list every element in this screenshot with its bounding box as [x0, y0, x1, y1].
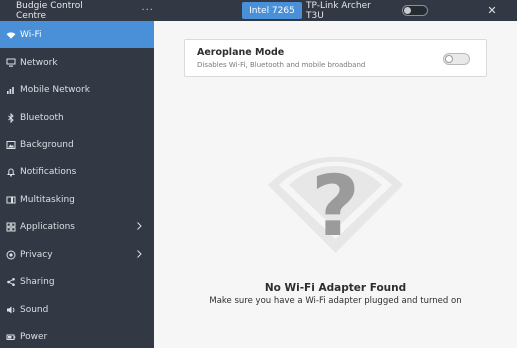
header-bar: Budgie Control Centre ··· Intel 7265 TP-…	[0, 0, 517, 21]
sidebar-item-mobile-network[interactable]: Mobile Network	[0, 76, 154, 103]
aeroplane-mode-toggle-knob	[445, 55, 453, 63]
sidebar-item-label: Sound	[20, 304, 49, 315]
sidebar-item-label: Network	[20, 57, 58, 68]
chevron-right-icon	[137, 250, 142, 258]
empty-state-title: No Wi-Fi Adapter Found	[264, 282, 407, 294]
aeroplane-mode-title: Aeroplane Mode	[197, 47, 285, 58]
bluetooth-icon	[6, 112, 16, 123]
aeroplane-mode-subtitle: Disables Wi-Fi, Bluetooth and mobile bro…	[197, 61, 366, 69]
sidebar-item-label: Bluetooth	[20, 112, 64, 123]
tab-intel-7265[interactable]: Intel 7265	[242, 2, 302, 19]
sidebar-item-label: Mobile Network	[20, 84, 90, 95]
applications-icon	[6, 222, 16, 232]
power-icon	[6, 332, 16, 342]
tab-tp-link-archer[interactable]: TP-Link Archer T3U	[306, 1, 388, 21]
sidebar-item-label: Sharing	[20, 276, 55, 287]
background-icon	[6, 140, 16, 150]
wifi-power-switch[interactable]	[402, 5, 428, 16]
app-title: Budgie Control Centre	[16, 0, 83, 21]
sidebar-item-label: Privacy	[20, 249, 53, 260]
aeroplane-mode-toggle[interactable]	[443, 53, 470, 65]
sidebar-item-wifi[interactable]: Wi-Fi	[0, 21, 154, 48]
sidebar-item-notifications[interactable]: Notifications	[0, 158, 154, 185]
sidebar-item-power[interactable]: Power	[0, 323, 154, 348]
notifications-icon	[6, 167, 16, 177]
sidebar-item-label: Wi-Fi	[20, 29, 42, 40]
sidebar-item-privacy[interactable]: Privacy	[0, 241, 154, 268]
sidebar-item-label: Power	[20, 331, 48, 342]
sidebar-item-network[interactable]: Network	[0, 49, 154, 76]
sidebar-item-background[interactable]: Background	[0, 131, 154, 158]
aeroplane-mode-row: Aeroplane Mode Disables Wi-Fi, Bluetooth…	[184, 39, 487, 77]
sidebar-item-label: Applications	[20, 221, 75, 232]
sidebar-item-applications[interactable]: Applications	[0, 213, 154, 240]
sidebar-item-bluetooth[interactable]: Bluetooth	[0, 104, 154, 131]
sharing-icon	[6, 277, 16, 287]
sidebar-item-label: Notifications	[20, 166, 77, 177]
sidebar: Wi-Fi Network Mobile Network Bluetooth B…	[0, 21, 154, 348]
multitasking-icon	[6, 195, 16, 205]
header-left: Budgie Control Centre ···	[0, 0, 154, 21]
mobile-network-icon	[6, 85, 16, 95]
question-mark-glyph: ?	[311, 157, 360, 255]
wifi-power-switch-knob	[404, 7, 411, 14]
wifi-question-icon: ?	[268, 156, 403, 255]
chevron-right-icon	[137, 222, 142, 230]
main-panel: Aeroplane Mode Disables Wi-Fi, Bluetooth…	[154, 21, 517, 348]
sidebar-item-sharing[interactable]: Sharing	[0, 268, 154, 295]
privacy-icon	[6, 250, 16, 260]
menu-icon[interactable]: ···	[141, 5, 154, 15]
sidebar-item-label: Multitasking	[20, 194, 75, 205]
header-right: Intel 7265 TP-Link Archer T3U ✕	[154, 0, 517, 21]
close-icon[interactable]: ✕	[485, 3, 499, 17]
network-icon	[6, 58, 16, 68]
sidebar-item-label: Background	[20, 139, 74, 150]
sound-icon	[6, 305, 16, 315]
sidebar-item-sound[interactable]: Sound	[0, 296, 154, 323]
empty-state-subtitle: Make sure you have a Wi-Fi adapter plugg…	[209, 296, 462, 306]
wifi-icon	[6, 30, 16, 40]
sidebar-item-multitasking[interactable]: Multitasking	[0, 186, 154, 213]
